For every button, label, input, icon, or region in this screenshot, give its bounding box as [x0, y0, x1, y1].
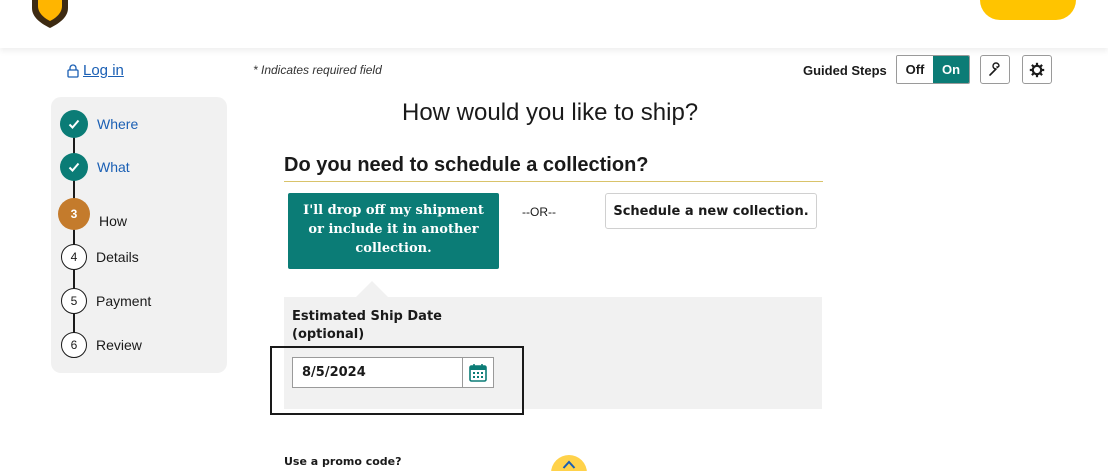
checkmark-icon: [60, 153, 88, 181]
step-how: 3 How: [58, 198, 128, 230]
dropoff-option-button[interactable]: I'll drop off my shipment or include it …: [288, 193, 499, 269]
gear-icon: [1029, 62, 1045, 77]
wrench-icon: [989, 61, 1000, 76]
promo-code-link[interactable]: Use a promo code?: [284, 455, 402, 468]
step-label[interactable]: Where: [97, 116, 138, 132]
calendar-button[interactable]: [462, 357, 494, 388]
scroll-to-top-button[interactable]: [551, 455, 587, 471]
step-review: 6 Review: [60, 332, 142, 358]
guided-steps-on-option[interactable]: On: [933, 56, 969, 83]
or-separator: --OR--: [522, 205, 556, 219]
step-number-badge: 5: [61, 288, 87, 314]
step-label: Details: [96, 249, 139, 265]
step-details: 4 Details: [60, 244, 139, 270]
guided-steps-label: Guided Steps: [803, 63, 887, 78]
step-number-badge: 4: [61, 244, 87, 270]
calendar-icon: [469, 363, 487, 382]
selection-pointer: [355, 281, 389, 298]
ups-logo-icon[interactable]: [28, 0, 72, 28]
ship-date-input[interactable]: [292, 357, 463, 388]
step-number-badge: 3: [58, 198, 90, 230]
header-action-button[interactable]: [980, 0, 1076, 20]
login-link[interactable]: Log in: [67, 62, 124, 79]
step-number-badge: 6: [61, 332, 87, 358]
step-label: Review: [96, 337, 142, 353]
required-field-note: * Indicates required field: [253, 63, 382, 77]
guided-steps-off-option[interactable]: Off: [897, 56, 933, 83]
step-label: Payment: [96, 293, 152, 309]
top-header: [0, 0, 1108, 48]
schedule-collection-button[interactable]: Schedule a new collection.: [605, 193, 817, 229]
tools-button[interactable]: [980, 55, 1010, 84]
guided-steps-toggle[interactable]: Off On: [896, 55, 970, 84]
step-payment: 5 Payment: [60, 288, 151, 314]
checkmark-icon: [60, 110, 88, 138]
step-where[interactable]: Where: [60, 110, 138, 138]
settings-button[interactable]: [1022, 55, 1052, 84]
step-label: How: [99, 213, 128, 229]
chevron-up-icon: [562, 460, 576, 469]
section-divider: [284, 181, 823, 182]
collection-heading: Do you need to schedule a collection?: [284, 154, 649, 176]
lock-icon: [67, 63, 79, 78]
step-what[interactable]: What: [60, 153, 130, 181]
ship-date-label: Estimated Ship Date (optional): [292, 309, 442, 342]
login-label[interactable]: Log in: [83, 62, 124, 79]
step-label[interactable]: What: [97, 159, 130, 175]
page-title: How would you like to ship?: [402, 99, 699, 126]
